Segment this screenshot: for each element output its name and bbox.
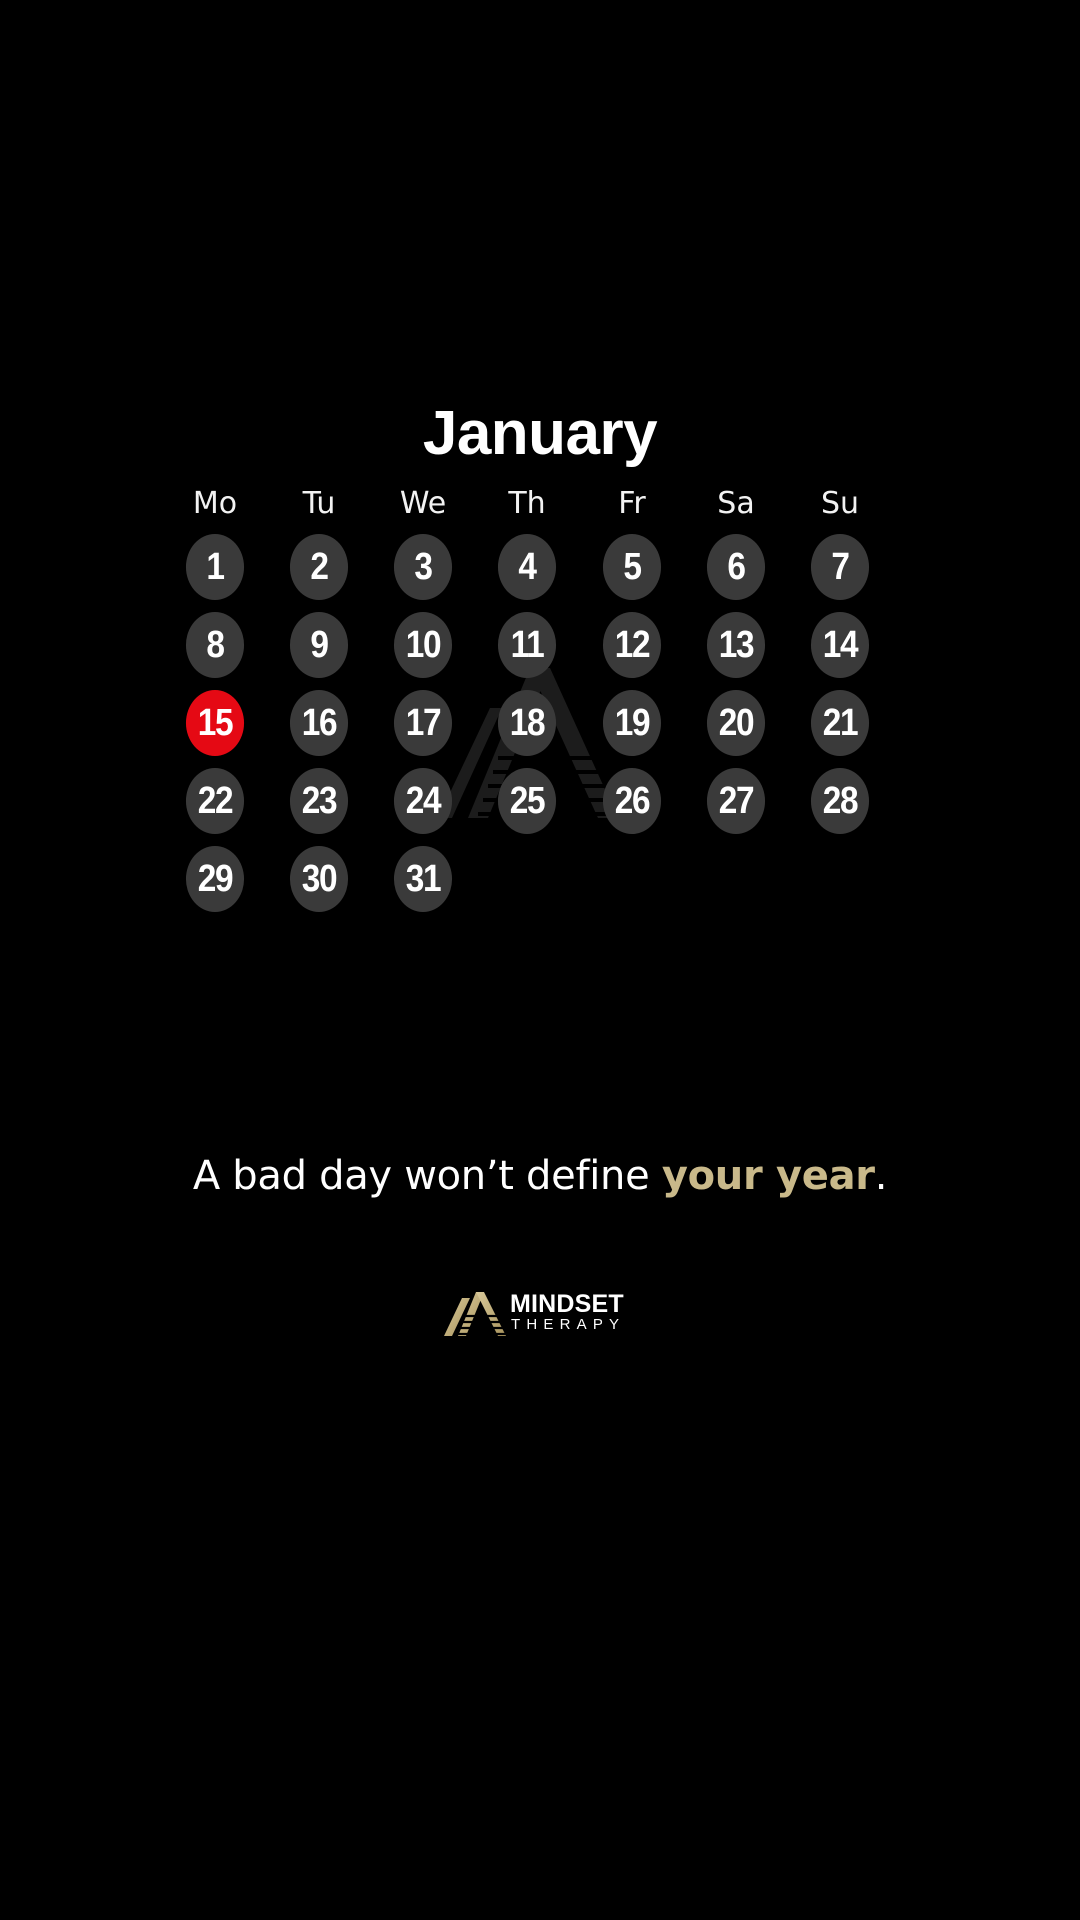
calendar-day[interactable]: 12 xyxy=(602,612,662,678)
calendar-day[interactable]: 18 xyxy=(497,690,557,756)
calendar-day[interactable]: 7 xyxy=(810,534,870,600)
calendar-day[interactable]: 2 xyxy=(289,534,349,600)
calendar-day[interactable]: 1 xyxy=(185,534,245,600)
calendar-day[interactable]: 20 xyxy=(706,690,766,756)
weekday-label: Tu xyxy=(302,486,336,521)
calendar-day[interactable]: 4 xyxy=(497,534,557,600)
calendar-day[interactable]: 23 xyxy=(289,768,349,834)
weekday-label: Mo xyxy=(192,486,238,521)
calendar-day[interactable]: 26 xyxy=(602,768,662,834)
mindset-mountain-logo-icon xyxy=(444,1292,506,1336)
wallpaper-screen: January Mo Tu We Th Fr Sa Su 1 2 3 4 5 6 7 8 9 10 11 12 13… xyxy=(0,0,1080,1920)
month-title: January xyxy=(422,399,658,468)
logo-wordmark-mindset: MINDSET xyxy=(510,1290,624,1318)
calendar-day[interactable]: 9 xyxy=(289,612,349,678)
weekday-header-row: Mo Tu We Th Fr Sa Su xyxy=(0,482,1080,526)
calendar-day[interactable]: 17 xyxy=(393,690,453,756)
calendar-day[interactable]: 21 xyxy=(810,690,870,756)
weekday-label: Th xyxy=(508,486,546,521)
calendar-day[interactable]: 6 xyxy=(706,534,766,600)
calendar-day[interactable]: 16 xyxy=(289,690,349,756)
quote-accent: your year xyxy=(661,1153,875,1199)
calendar-day[interactable]: 27 xyxy=(706,768,766,834)
calendar-day[interactable]: 25 xyxy=(497,768,557,834)
weekday-label: Fr xyxy=(618,486,646,521)
calendar-day[interactable]: 28 xyxy=(810,768,870,834)
weekday-label: Sa xyxy=(717,486,755,521)
calendar-day[interactable]: 5 xyxy=(602,534,662,600)
calendar-day[interactable]: 31 xyxy=(393,846,453,912)
quote-suffix: . xyxy=(874,1153,888,1199)
calendar-day[interactable]: 30 xyxy=(289,846,349,912)
calendar-day[interactable]: 22 xyxy=(185,768,245,834)
quote-prefix: A bad day won’t define xyxy=(192,1153,662,1199)
calendar-day[interactable]: 8 xyxy=(185,612,245,678)
calendar-day[interactable]: 13 xyxy=(706,612,766,678)
motivational-quote: A bad day won’t define your year. xyxy=(0,1148,1080,1204)
weekday-label: Su xyxy=(820,486,860,521)
calendar-day-today[interactable]: 15 xyxy=(185,690,245,756)
weekday-label: We xyxy=(399,486,447,521)
logo-wordmark-therapy: THERAPY xyxy=(511,1316,626,1333)
calendar-day[interactable]: 11 xyxy=(497,612,557,678)
brand-logo: MINDSET THERAPY xyxy=(444,1290,644,1338)
calendar-day[interactable]: 24 xyxy=(393,768,453,834)
calendar-day[interactable]: 3 xyxy=(393,534,453,600)
calendar-day[interactable]: 10 xyxy=(393,612,453,678)
calendar-day[interactable]: 29 xyxy=(185,846,245,912)
calendar-day[interactable]: 14 xyxy=(810,612,870,678)
calendar-day[interactable]: 19 xyxy=(602,690,662,756)
